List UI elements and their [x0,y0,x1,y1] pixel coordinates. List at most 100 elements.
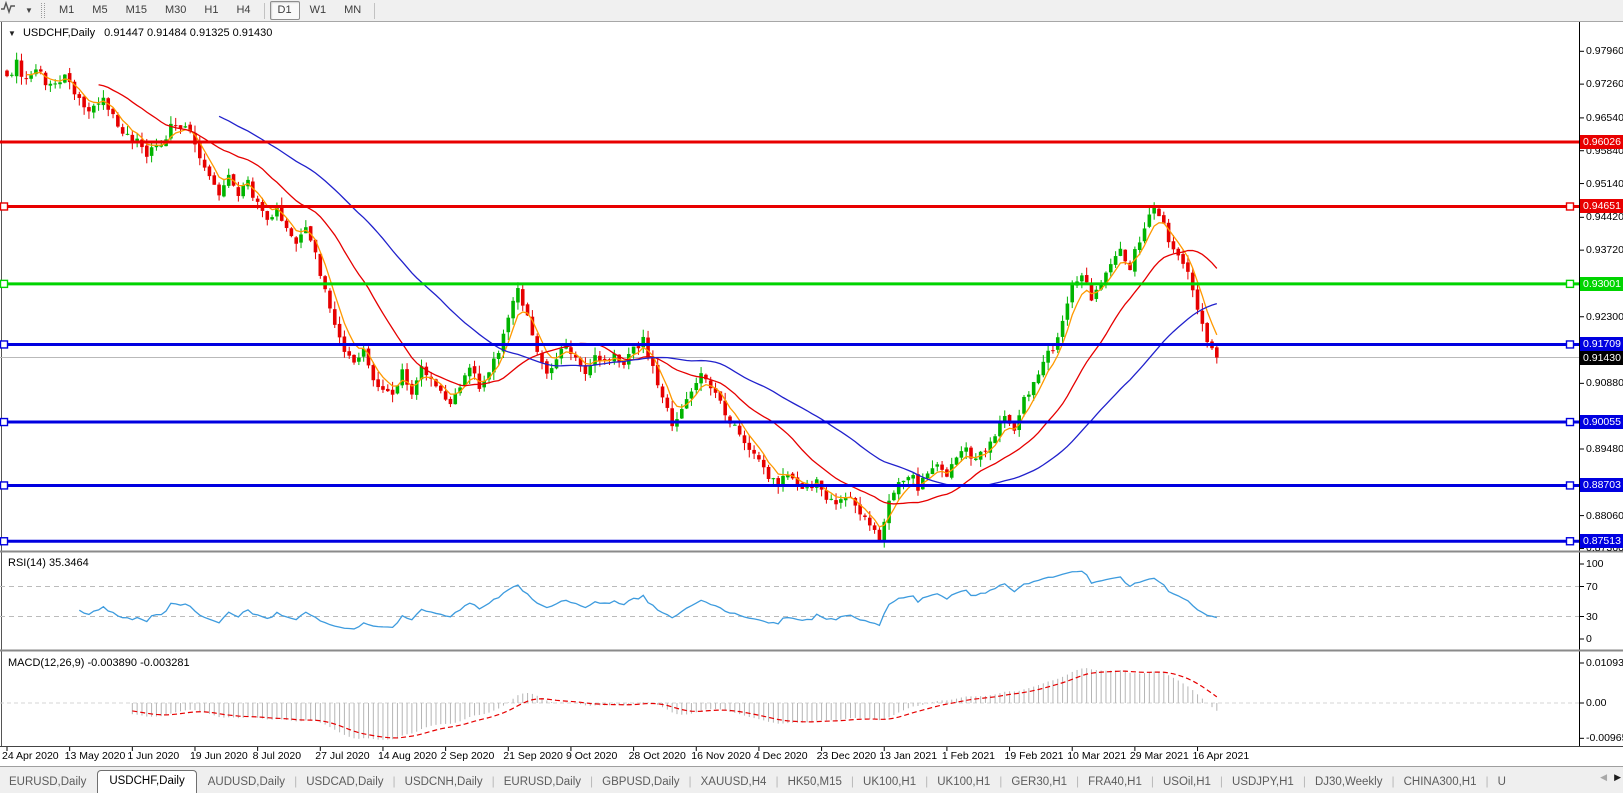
date-label: 13 Jan 2021 [879,750,937,762]
tab-scroll-arrows: ◀ ▶ [1596,772,1621,783]
date-label: 9 Oct 2020 [566,750,617,762]
chart-canvas[interactable] [0,0,1623,792]
price-tag-0.90055: 0.90055 [1580,415,1623,429]
tab-item-EURUSD-Daily[interactable]: EURUSD,Daily [0,772,95,793]
date-label: 29 Mar 2021 [1130,750,1189,762]
price-tag-0.94651: 0.94651 [1580,199,1623,213]
date-label: 27 Jul 2020 [315,750,369,762]
hline-handle [1,341,8,348]
hline-handle [1,538,8,545]
timeframe-button-MN[interactable]: MN [336,1,369,20]
rsi-axis-label: 100 [1586,558,1604,570]
rsi-indicator-label: RSI(14) 35.3464 [8,557,89,569]
timeframe-button-M30[interactable]: M30 [157,1,194,20]
tab-item-USDCHF-Daily[interactable]: USDCHF,Daily [97,770,196,793]
price-tick-label: 0.89480 [1586,443,1623,455]
tab-item-HK50-M15[interactable]: HK50,M15 [779,772,851,793]
macd-axis-label: -0.009653 [1586,732,1623,744]
tab-item-USOil-H1[interactable]: USOil,H1 [1154,772,1220,793]
price-tick-label: 0.88060 [1586,510,1623,522]
price-tick-label: 0.97960 [1586,45,1623,57]
tab-item-GBPUSD-Daily[interactable]: GBPUSD,Daily [593,772,688,793]
timeframe-button-M1[interactable]: M1 [51,1,82,20]
rsi-line [79,571,1217,629]
toolbar-separator [264,3,265,19]
hline-handle [1567,482,1574,489]
tab-item-USDJPY-H1[interactable]: USDJPY,H1 [1223,772,1303,793]
tab-item-GER30-H1[interactable]: GER30,H1 [1002,772,1076,793]
hline-handle [1567,203,1574,210]
rsi-axis-label: 0 [1586,633,1592,645]
tab-scroll-left-icon[interactable]: ◀ [1600,772,1607,783]
timeframe-button-W1[interactable]: W1 [302,1,335,20]
hline-handle [1,419,8,426]
toolbar-separator [374,3,375,19]
macd-signal-line [132,671,1217,738]
chart-title: ▼ USDCHF,Daily 0.91447 0.91484 0.91325 0… [8,27,272,39]
date-label: 4 Dec 2020 [754,750,808,762]
price-tick-label: 0.90880 [1586,377,1623,389]
rsi-pane [0,571,1579,629]
price-tag-0.93001: 0.93001 [1580,277,1623,291]
macd-pane [0,668,1579,740]
date-label: 8 Jul 2020 [253,750,301,762]
hline-handle [1,280,8,287]
date-label: 16 Apr 2021 [1193,750,1250,762]
price-tick-label: 0.92300 [1586,311,1623,323]
date-label: 19 Jun 2020 [190,750,248,762]
hline-handle [1567,419,1574,426]
tab-item-U[interactable]: U [1489,772,1515,793]
dropdown-caret-icon[interactable]: ▼ [24,6,34,15]
date-label: 2 Sep 2020 [441,750,495,762]
date-label: 1 Jun 2020 [127,750,179,762]
tab-item-USDCNH-Daily[interactable]: USDCNH,Daily [396,772,492,793]
price-tick-label: 0.95140 [1586,178,1623,190]
hline-handle [1567,280,1574,287]
current-price-tag: 0.91430 [1580,351,1623,365]
date-label: 14 Aug 2020 [378,750,437,762]
price-tick-label: 0.96540 [1586,112,1623,124]
hline-handle [1567,538,1574,545]
hline-handle [1567,341,1574,348]
macd-axis-label: 0.00 [1586,697,1606,709]
tab-item-UK100-H1[interactable]: UK100,H1 [928,772,999,793]
toolbar-grip [41,3,45,18]
date-label: 10 Mar 2021 [1067,750,1126,762]
tab-scroll-right-icon[interactable]: ▶ [1614,772,1621,783]
date-label: 28 Oct 2020 [629,750,686,762]
rsi-axis-label: 30 [1586,611,1598,623]
date-label: 23 Dec 2020 [817,750,877,762]
tab-item-USDCAD-Daily[interactable]: USDCAD,Daily [297,772,392,793]
timeframe-button-H4[interactable]: H4 [228,1,258,20]
macd-indicator-label: MACD(12,26,9) -0.003890 -0.003281 [8,657,190,669]
tab-item-EURUSD-Daily[interactable]: EURUSD,Daily [495,772,590,793]
tab-item-DJ30-Weekly[interactable]: DJ30,Weekly [1306,772,1392,793]
date-label: 24 Apr 2020 [2,750,59,762]
chart-title-symbol: USDCHF,Daily [23,27,95,39]
hline-handle [1,203,8,210]
date-label: 19 Feb 2021 [1005,750,1064,762]
candles-group [5,53,1218,548]
timeframe-toolbar: M1M5M15M30H1H4 D1W1MN [50,1,379,20]
chart-tab-bar: EURUSD,DailyUSDCHF,DailyAUDUSD,Daily|USD… [0,766,1623,793]
price-tag-0.87513: 0.87513 [1580,534,1623,548]
date-label: 21 Sep 2020 [503,750,563,762]
timeframe-button-M5[interactable]: M5 [84,1,115,20]
moving-average-20 [99,85,1217,504]
main-price-pane [0,53,1579,548]
tab-item-XAUUSD-H4[interactable]: XAUUSD,H4 [692,772,776,793]
tab-item-FRA40-H1[interactable]: FRA40,H1 [1079,772,1151,793]
macd-axis-label: 0.010933 [1586,657,1623,669]
collapse-triangle-icon[interactable]: ▼ [8,29,16,38]
timeframe-button-D1[interactable]: D1 [270,1,300,20]
crosshair-cursor-icon[interactable] [4,3,22,18]
price-tick-label: 0.93720 [1586,244,1623,256]
tab-item-AUDUSD-Daily[interactable]: AUDUSD,Daily [199,772,294,793]
tab-item-UK100-H1[interactable]: UK100,H1 [854,772,925,793]
tab-item-CHINA300-H1[interactable]: CHINA300,H1 [1395,772,1486,793]
timeframe-button-H1[interactable]: H1 [196,1,226,20]
timeframe-button-M15[interactable]: M15 [118,1,155,20]
hline-handle [1,482,8,489]
rsi-axis-label: 70 [1586,581,1598,593]
price-tag-0.96026: 0.96026 [1580,135,1623,149]
